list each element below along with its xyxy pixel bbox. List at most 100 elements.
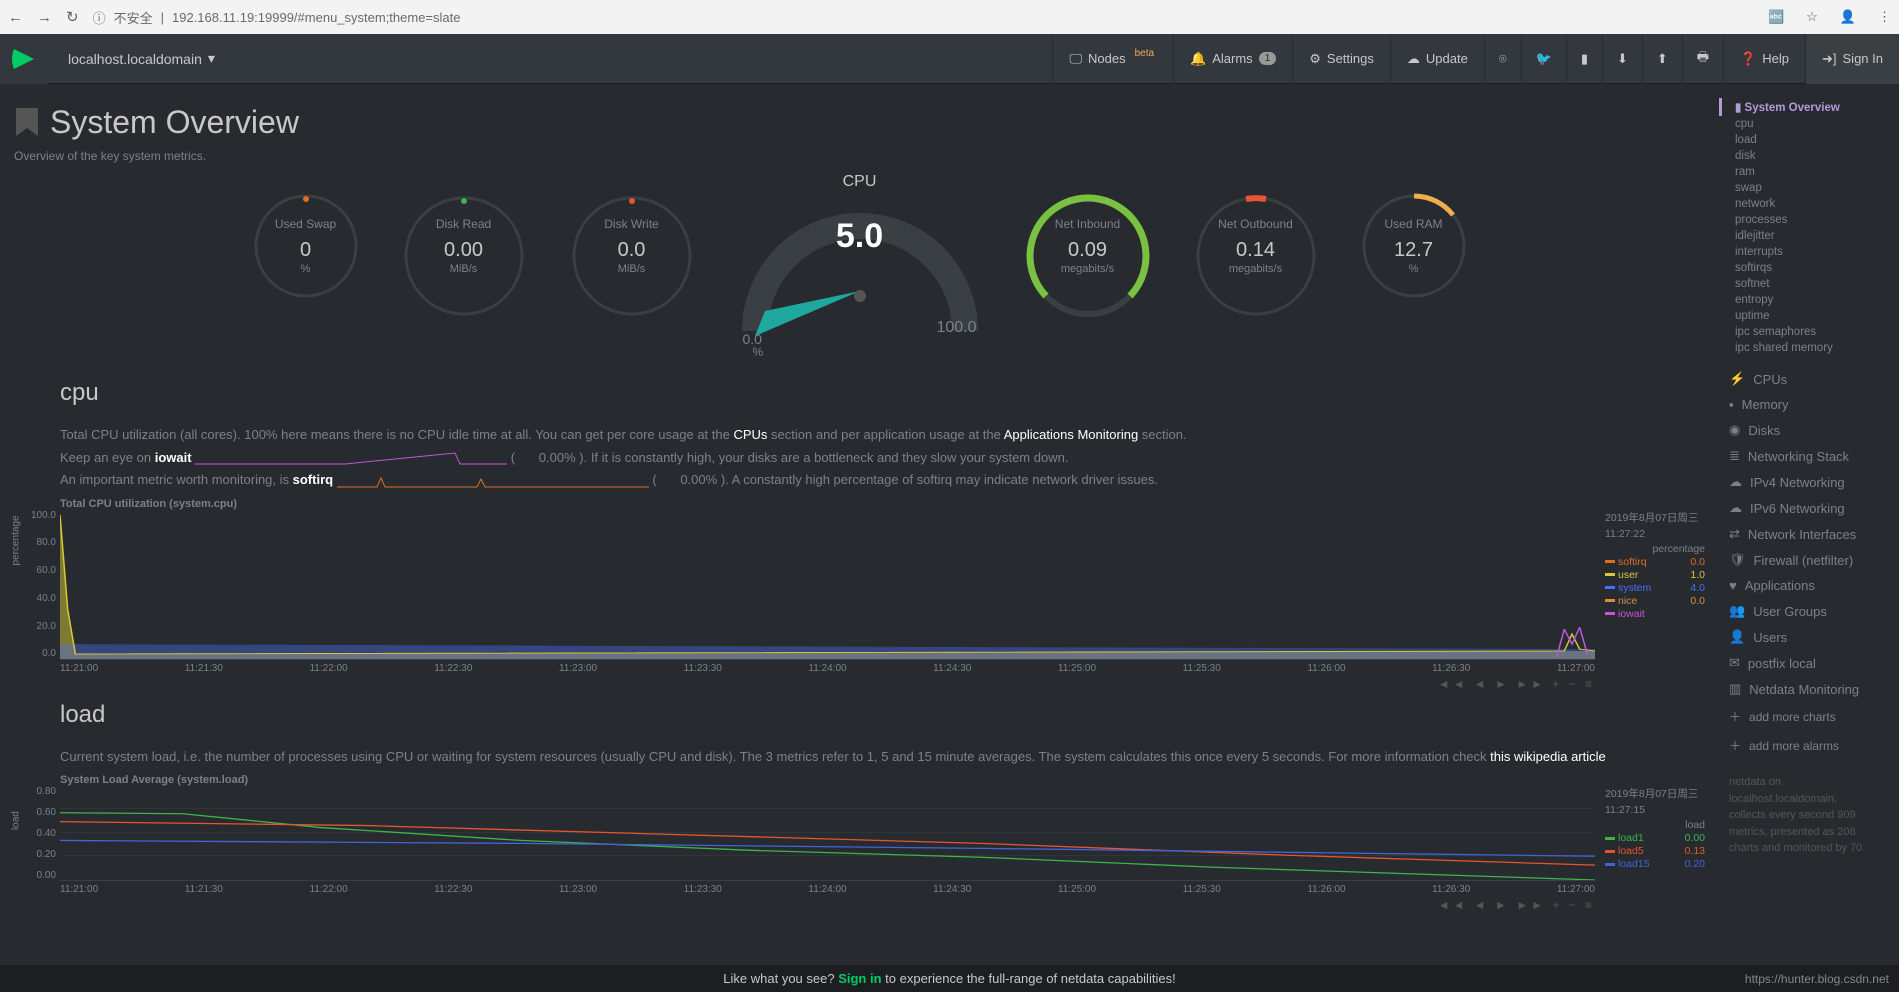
app-toolbar: localhost.localdomain ▾ 🖵 Nodes beta 🔔 A… [0, 34, 1899, 84]
bell-icon: 🔔 [1190, 51, 1206, 67]
back-icon[interactable]: ← [8, 9, 23, 26]
forward-icon[interactable]: → [37, 9, 52, 26]
promo-signin-link[interactable]: Sign in [838, 971, 881, 986]
iowait-sparkline [195, 450, 507, 466]
beta-badge: beta [1132, 47, 1157, 60]
nodes-button[interactable]: 🖵 Nodes beta [1052, 34, 1173, 84]
add-alarms[interactable]: ＋ add more alarms [1719, 731, 1887, 760]
nav-group-memory[interactable]: ▪Memory [1719, 392, 1887, 417]
gauge-cpu[interactable]: CPU 5.0 0.0 100.0 % [725, 181, 995, 351]
download-icon[interactable]: ⬇ [1602, 34, 1642, 84]
gauge-used-swap[interactable]: Used Swap 0 % [241, 181, 371, 311]
cpu-chart[interactable]: Total CPU utilization (system.cpu) perce… [14, 498, 1705, 691]
nav-group-user-groups[interactable]: 👥User Groups [1719, 598, 1887, 624]
load-x-axis: 11:21:0011:21:3011:22:0011:22:3011:23:00… [60, 881, 1595, 895]
twitter-icon[interactable]: 🐦 [1521, 34, 1566, 84]
nav-group-applications[interactable]: ♥Applications [1719, 573, 1887, 598]
watermark: https://hunter.blog.csdn.net [1745, 972, 1889, 986]
github-icon[interactable]: ⌾ [1484, 34, 1521, 84]
insecure-label: 不安全 [114, 8, 153, 27]
nav-sub-idlejitter[interactable]: idlejitter [1719, 228, 1887, 244]
cpu-desc-2: Keep an eye on iowait ( 0.00% ). If it i… [60, 448, 1705, 468]
cpu-desc-3: An important metric worth monitoring, is… [60, 470, 1705, 490]
load-chart[interactable]: System Load Average (system.load) load 0… [14, 774, 1705, 912]
nav-sub-ipc-semaphores[interactable]: ipc semaphores [1719, 324, 1887, 340]
page-subtitle: Overview of the key system metrics. [14, 149, 1705, 163]
gear-icon: ⚙ [1309, 51, 1321, 67]
gauges-row: Used Swap 0 % Disk Read 0.00 MiB/s Disk … [14, 181, 1705, 351]
nav-sub-softnet[interactable]: softnet [1719, 276, 1887, 292]
print-icon[interactable]: 🖶 [1682, 34, 1723, 84]
nav-group-netdata-monitoring[interactable]: ▥Netdata Monitoring [1719, 676, 1887, 702]
nav-group-cpus[interactable]: ⚡CPUs [1719, 366, 1887, 392]
alarms-count: 1 [1259, 52, 1277, 65]
nav-sub-softirqs[interactable]: softirqs [1719, 260, 1887, 276]
nav-group-disks[interactable]: ◉Disks [1719, 417, 1887, 443]
nav-sub-load[interactable]: load [1719, 132, 1887, 148]
url-bar[interactable]: ⓘ 不安全 | 192.168.11.19:19999/#menu_system… [93, 8, 461, 27]
signin-button[interactable]: ➜] Sign In [1805, 34, 1899, 84]
star-icon[interactable]: ☆ [1806, 9, 1818, 25]
facebook-icon[interactable]: ▮ [1566, 34, 1602, 84]
cpu-legend[interactable]: 2019年8月07日周三 11:27:22 percentage softirq… [1595, 510, 1705, 660]
nav-group-firewall-netfilter-[interactable]: 🛡Firewall (netfilter) [1719, 547, 1887, 573]
nav-group-users[interactable]: 👤Users [1719, 624, 1887, 650]
question-icon: ❓ [1740, 51, 1756, 67]
nav-sub-cpu[interactable]: cpu [1719, 116, 1887, 132]
nav-sub-interrupts[interactable]: interrupts [1719, 244, 1887, 260]
gauge-net-outbound[interactable]: Net Outbound 0.14 megabits/s [1181, 181, 1331, 331]
apps-link[interactable]: Applications Monitoring [1004, 427, 1138, 442]
chevron-down-icon: ▾ [208, 50, 215, 67]
nav-sub-disk[interactable]: disk [1719, 148, 1887, 164]
reload-icon[interactable]: ↻ [66, 8, 79, 26]
softirq-sparkline [337, 473, 649, 489]
nav-sub-entropy[interactable]: entropy [1719, 292, 1887, 308]
nav-group-postfix-local[interactable]: ✉postfix local [1719, 650, 1887, 676]
browser-chrome: ← → ↻ ⓘ 不安全 | 192.168.11.19:19999/#menu_… [0, 0, 1899, 34]
nav-sub-swap[interactable]: swap [1719, 180, 1887, 196]
add-charts[interactable]: ＋ add more charts [1719, 702, 1887, 731]
translate-icon[interactable]: 🔤 [1768, 9, 1784, 25]
nav-group-ipv4-networking[interactable]: ☁IPv4 Networking [1719, 469, 1887, 495]
nav-sub-processes[interactable]: processes [1719, 212, 1887, 228]
hostname-selector[interactable]: localhost.localdomain ▾ [48, 50, 235, 67]
nav-group-network-interfaces[interactable]: ⇄Network Interfaces [1719, 521, 1887, 547]
update-button[interactable]: ☁ Update [1390, 34, 1484, 84]
logo[interactable] [0, 34, 48, 84]
cpu-x-axis: 11:21:0011:21:3011:22:0011:22:3011:23:00… [60, 660, 1595, 674]
nav-sub-ipc-shared-memory[interactable]: ipc shared memory [1719, 340, 1887, 356]
gauge-disk-read[interactable]: Disk Read 0.00 MiB/s [389, 181, 539, 331]
cpu-desc-1: Total CPU utilization (all cores). 100% … [60, 425, 1705, 445]
load-legend[interactable]: 2019年8月07日周三 11:27:15 load load10.00 loa… [1595, 786, 1705, 881]
help-button[interactable]: ❓ Help [1723, 34, 1805, 84]
gauge-used-ram[interactable]: Used RAM 12.7 % [1349, 181, 1479, 311]
nav-system-overview[interactable]: ▮ System Overview [1719, 98, 1887, 116]
cpu-heading: cpu [60, 379, 1705, 407]
alarms-button[interactable]: 🔔 Alarms 1 [1173, 34, 1292, 84]
gauge-disk-write[interactable]: Disk Write 0.0 MiB/s [557, 181, 707, 331]
nav-group-networking-stack[interactable]: ≣Networking Stack [1719, 443, 1887, 469]
upload-icon[interactable]: ⬆ [1642, 34, 1682, 84]
load-heading: load [60, 701, 1705, 729]
nav-group-ipv6-networking[interactable]: ☁IPv6 Networking [1719, 495, 1887, 521]
menu-icon[interactable]: ⋮ [1878, 9, 1891, 25]
info-icon: ⓘ [93, 8, 106, 27]
main-content: System Overview Overview of the key syst… [0, 84, 1719, 962]
settings-button[interactable]: ⚙ Settings [1292, 34, 1390, 84]
chart-controls[interactable]: ◄◄ ◄ ► ►► + − ≡ [14, 898, 1595, 912]
right-sidebar: ▮ System Overview cpuloaddiskramswapnetw… [1719, 84, 1899, 962]
cpus-link[interactable]: CPUs [733, 427, 767, 442]
hostname-text: localhost.localdomain [68, 51, 202, 67]
nav-sub-ram[interactable]: ram [1719, 164, 1887, 180]
nav-sub-network[interactable]: network [1719, 196, 1887, 212]
monitor-icon: 🖵 [1069, 51, 1082, 67]
page-title: System Overview [50, 104, 299, 141]
wikipedia-link[interactable]: this wikipedia article [1490, 749, 1606, 764]
profile-icon[interactable]: 👤 [1840, 9, 1856, 25]
load-y-axis: load 0.800.600.400.200.00 [14, 786, 60, 881]
sidebar-footer: netdata on localhost.localdomain, collec… [1719, 774, 1887, 857]
nav-sub-uptime[interactable]: uptime [1719, 308, 1887, 324]
gauge-net-inbound[interactable]: Net Inbound 0.09 megabits/s [1013, 181, 1163, 331]
signin-promo: Like what you see? Sign in to experience… [0, 965, 1899, 992]
chart-controls[interactable]: ◄◄ ◄ ► ►► + − ≡ [14, 677, 1595, 691]
